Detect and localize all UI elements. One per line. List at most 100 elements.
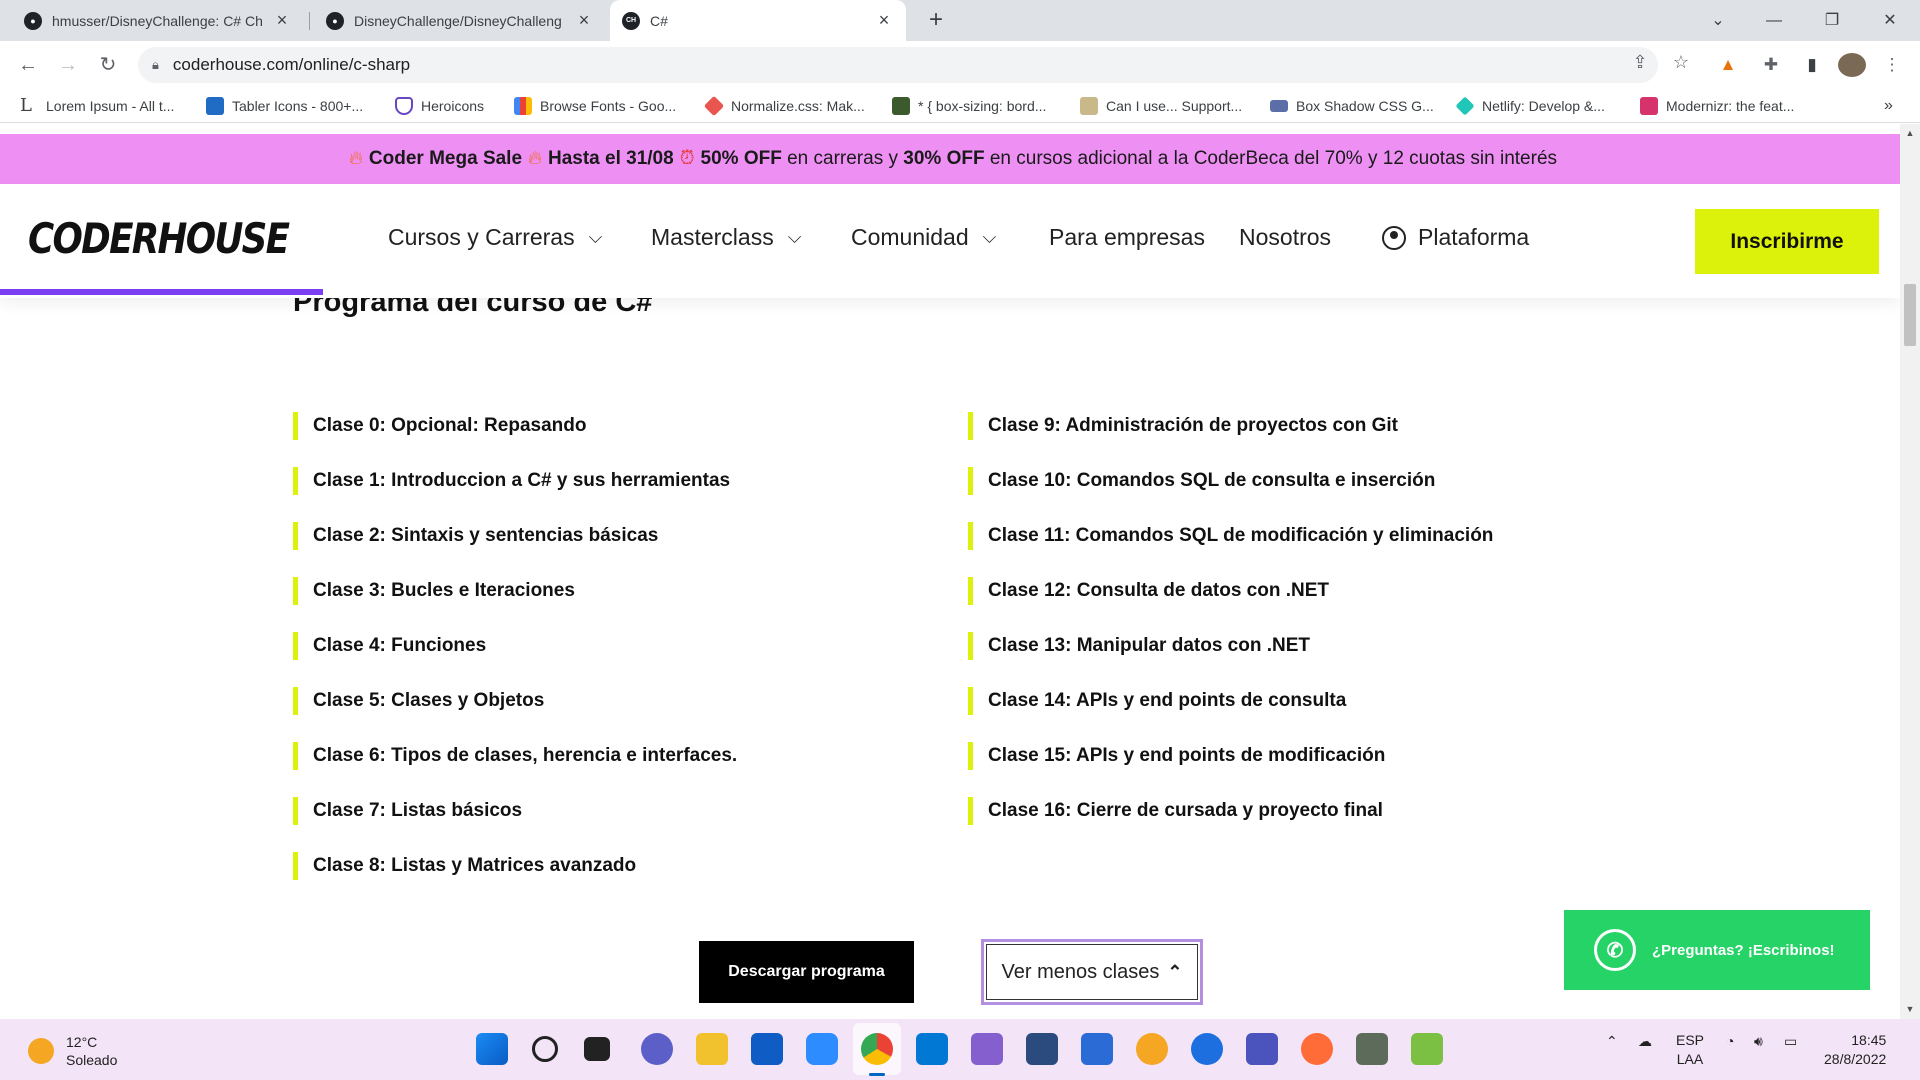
- search-icon[interactable]: [532, 1036, 558, 1062]
- zoom-icon[interactable]: [806, 1033, 838, 1065]
- whatsapp-chat-button[interactable]: ✆ ¿Preguntas? ¡Escribinos!: [1564, 910, 1870, 990]
- minimize-icon[interactable]: —: [1746, 0, 1802, 41]
- reload-icon[interactable]: ↻: [94, 51, 122, 79]
- onedrive-cloud-icon[interactable]: ☁︎: [1638, 1033, 1652, 1050]
- show-less-classes-button[interactable]: Ver menos clases ⌃: [981, 939, 1203, 1005]
- extensions-puzzle-icon[interactable]: ✚: [1759, 53, 1783, 77]
- scroll-up-icon[interactable]: ▲: [1900, 128, 1920, 138]
- scroll-down-icon[interactable]: ▼: [1900, 1004, 1920, 1014]
- restore-icon[interactable]: ❐: [1804, 0, 1860, 41]
- bookmark-item[interactable]: Can I use... Support...: [1080, 95, 1242, 117]
- close-tab-icon[interactable]: ×: [874, 10, 894, 31]
- class-item: Clase 9: Administración de proyectos con…: [968, 411, 1398, 441]
- class-item: Clase 2: Sintaxis y sentencias básicas: [293, 521, 658, 551]
- class-marker: [293, 852, 298, 880]
- chrome-icon[interactable]: [861, 1033, 893, 1065]
- weather-condition: Soleado: [66, 1052, 118, 1068]
- close-tab-icon[interactable]: ×: [574, 10, 594, 31]
- nav-cursos-carreras[interactable]: Cursos y Carreras ⌵: [388, 224, 602, 251]
- page-scrollbar[interactable]: ▲ ▼: [1900, 124, 1920, 1019]
- address-bar[interactable]: 🔒︎ coderhouse.com/online/c-sharp: [138, 47, 1658, 83]
- nav-masterclass[interactable]: Masterclass ⌵: [651, 224, 801, 251]
- microsoft-store-icon[interactable]: [751, 1033, 783, 1065]
- browser-tab[interactable]: ● hmusser/DisneyChallenge: C# Ch ×: [12, 0, 304, 41]
- brave-extension-icon[interactable]: ▲: [1716, 53, 1740, 77]
- task-view-icon[interactable]: [584, 1037, 610, 1061]
- wifi-icon[interactable]: ◔: [1726, 1033, 1734, 1049]
- promo-discount-courses: 30% OFF: [903, 148, 985, 169]
- sun-icon: [28, 1038, 54, 1064]
- github-icon: ●: [326, 11, 344, 30]
- promo-text: en carreras y: [781, 148, 904, 169]
- chat-icon[interactable]: [641, 1033, 673, 1065]
- bookmark-item[interactable]: Modernizr: the feat...: [1640, 95, 1794, 117]
- class-marker: [293, 797, 298, 825]
- class-item: Clase 4: Funciones: [293, 631, 486, 661]
- scrollbar-thumb[interactable]: [1904, 284, 1916, 346]
- download-program-button[interactable]: Descargar programa: [699, 941, 914, 1003]
- bookmark-item[interactable]: Browse Fonts - Goo...: [514, 95, 676, 117]
- scroll-progress-bar: [0, 289, 323, 295]
- browser-tab-active[interactable]: CH C# ×: [610, 0, 906, 41]
- network-tool-icon[interactable]: [1356, 1033, 1388, 1065]
- site-header: CODERHOUSE Cursos y Carreras ⌵ Mastercla…: [0, 184, 1900, 298]
- fire-icon: 🔥︎: [348, 148, 363, 169]
- bookmark-item[interactable]: Netlify: Develop &...: [1455, 95, 1605, 117]
- forward-icon[interactable]: →: [54, 51, 82, 79]
- web-page: 🔥︎ Coder Mega Sale 🔥︎ Hasta el 31/08 ⏰︎ …: [0, 124, 1900, 1019]
- powershell-icon[interactable]: [1081, 1033, 1113, 1065]
- bookmark-star-icon[interactable]: ☆: [1668, 49, 1694, 75]
- more-menu-icon[interactable]: ⋮: [1880, 53, 1904, 77]
- bookmark-item[interactable]: L Lorem Ipsum - All t...: [20, 95, 174, 117]
- browser-tab[interactable]: ● DisneyChallenge/DisneyChalleng ×: [314, 0, 606, 41]
- taskbar-clock[interactable]: 18:45 28/8/2022: [1824, 1031, 1886, 1069]
- bookmark-item[interactable]: Box Shadow CSS G...: [1270, 95, 1434, 117]
- app-icon[interactable]: [1411, 1033, 1443, 1065]
- show-hidden-icons[interactable]: ⌃: [1606, 1033, 1618, 1050]
- battery-icon[interactable]: ▭: [1784, 1033, 1797, 1050]
- ssms-icon[interactable]: [1026, 1033, 1058, 1065]
- visual-studio-icon[interactable]: [971, 1033, 1003, 1065]
- teams-icon[interactable]: [1246, 1033, 1278, 1065]
- tab-search-icon[interactable]: ⌄: [1690, 0, 1746, 41]
- nav-plataforma[interactable]: Plataforma: [1382, 224, 1529, 251]
- windows-start-icon[interactable]: [476, 1033, 508, 1065]
- firefox-icon[interactable]: [1191, 1033, 1223, 1065]
- lock-icon: 🔒︎: [152, 57, 159, 72]
- vscode-icon[interactable]: [916, 1033, 948, 1065]
- share-icon[interactable]: ⇪: [1627, 49, 1653, 75]
- bookmark-label: Can I use... Support...: [1106, 98, 1243, 114]
- profile-avatar-icon[interactable]: [1838, 53, 1866, 77]
- coderhouse-logo[interactable]: CODERHOUSE: [28, 214, 290, 263]
- close-window-icon[interactable]: ✕: [1862, 0, 1918, 41]
- weather-app-icon[interactable]: [1136, 1033, 1168, 1065]
- weather-widget[interactable]: 12°C Soleado: [28, 1033, 117, 1069]
- github-icon: ●: [24, 11, 42, 30]
- chevron-down-icon: ⌵: [982, 227, 997, 247]
- tab-separator: [309, 12, 310, 30]
- bookmark-item[interactable]: Heroicons: [395, 95, 484, 117]
- nav-nosotros[interactable]: Nosotros: [1239, 224, 1331, 251]
- language-code: ESP: [1676, 1032, 1705, 1048]
- lorem-ipsum-icon: L: [20, 95, 32, 116]
- more-bookmarks-button[interactable]: »: [1884, 95, 1893, 117]
- bookmark-item[interactable]: Tabler Icons - 800+...: [206, 95, 363, 117]
- class-label: Clase 14: APIs y end points de consulta: [988, 690, 1347, 711]
- promo-banner[interactable]: 🔥︎ Coder Mega Sale 🔥︎ Hasta el 31/08 ⏰︎ …: [0, 134, 1900, 184]
- back-icon[interactable]: ←: [14, 51, 42, 79]
- bookmark-item[interactable]: Normalize.css: Mak...: [703, 95, 865, 117]
- volume-icon[interactable]: 🔊︎: [1754, 1033, 1763, 1050]
- class-label: Clase 16: Cierre de cursada y proyecto f…: [988, 800, 1383, 821]
- weather-temp: 12°C: [66, 1034, 98, 1050]
- language-indicator[interactable]: ESP LAA: [1676, 1031, 1704, 1069]
- bookmark-item[interactable]: * { box-sizing: bord...: [892, 95, 1046, 117]
- inscribirme-button[interactable]: Inscribirme: [1695, 209, 1879, 274]
- close-tab-icon[interactable]: ×: [272, 10, 292, 31]
- class-marker: [968, 632, 973, 660]
- new-tab-button[interactable]: +: [922, 6, 950, 34]
- nav-comunidad[interactable]: Comunidad ⌵: [851, 224, 996, 251]
- postman-icon[interactable]: [1301, 1033, 1333, 1065]
- file-explorer-icon[interactable]: [696, 1033, 728, 1065]
- nav-para-empresas[interactable]: Para empresas: [1049, 224, 1205, 251]
- side-panel-icon[interactable]: ▮: [1800, 53, 1824, 77]
